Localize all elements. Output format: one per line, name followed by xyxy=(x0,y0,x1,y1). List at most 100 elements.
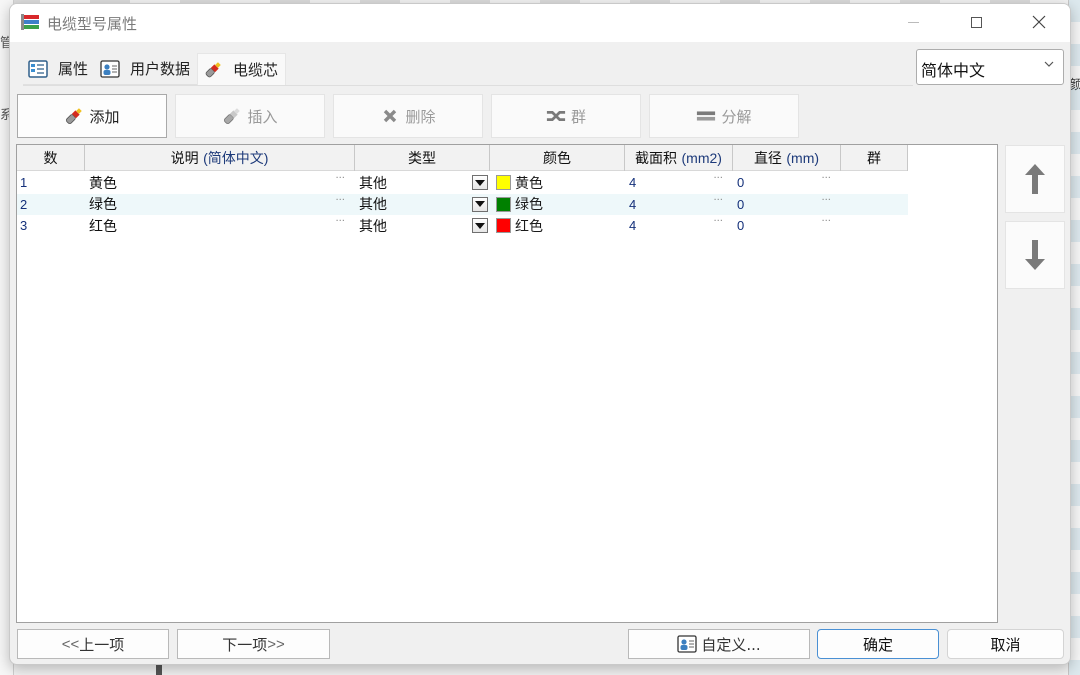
cell-description[interactable]: 绿色 ··· xyxy=(85,194,355,215)
cell-description[interactable]: 红色 ··· xyxy=(85,215,355,236)
cable-type-properties-dialog: 电缆型号属性 属性 用户数据 电缆芯 简体中文 添加 插入 删除 群 分解 数 … xyxy=(9,3,1071,665)
next-item-label: 下一项 xyxy=(222,635,268,654)
type-dropdown-button[interactable] xyxy=(472,196,488,212)
cell-color[interactable]: 黄色 xyxy=(490,172,625,193)
column-header-label: 数 xyxy=(43,151,58,167)
cell-type[interactable]: 其他 xyxy=(355,215,490,236)
table-row[interactable]: 3 红色 ··· 其他 红色 4 ··· 0 ··· xyxy=(17,215,908,236)
add-button[interactable]: 添加 xyxy=(17,94,167,138)
type-dropdown-button[interactable] xyxy=(472,175,488,190)
ellipsis-button[interactable]: ··· xyxy=(713,216,723,227)
language-select-value: 简体中文 xyxy=(921,61,986,80)
cross-section-value: 4 xyxy=(629,196,637,212)
previous-item-button[interactable]: << 上一项 xyxy=(17,629,169,659)
language-select[interactable]: 简体中文 xyxy=(916,49,1064,85)
minimize-button[interactable] xyxy=(890,4,936,40)
description-value: 红色 xyxy=(89,218,117,235)
maximize-button[interactable] xyxy=(953,4,999,40)
insert-button-label: 插入 xyxy=(247,107,278,126)
row-number: 2 xyxy=(20,196,28,212)
color-name: 红色 xyxy=(515,218,543,235)
ellipsis-button[interactable]: ··· xyxy=(821,195,831,206)
type-value: 其他 xyxy=(359,218,387,235)
close-button[interactable] xyxy=(1016,4,1062,40)
ellipsis-button[interactable]: ··· xyxy=(335,173,345,184)
ok-button[interactable]: 确定 xyxy=(817,629,939,659)
close-icon xyxy=(1032,15,1046,29)
cell-cross-section[interactable]: 4 ··· xyxy=(625,172,733,193)
ungroup-button[interactable]: 分解 xyxy=(649,94,799,138)
cell-cross-section[interactable]: 4 ··· xyxy=(625,215,733,236)
ellipsis-button[interactable]: ··· xyxy=(713,195,723,206)
prev-arrows: << xyxy=(61,635,80,653)
window-title: 电缆型号属性 xyxy=(47,15,138,33)
column-header-diameter[interactable]: 直径 (mm) xyxy=(733,145,841,171)
background-splitter xyxy=(156,664,162,675)
move-up-button[interactable] xyxy=(1005,145,1065,213)
add-button-label: 添加 xyxy=(89,107,120,126)
cable-core-icon xyxy=(202,60,224,80)
ellipsis-button[interactable]: ··· xyxy=(335,195,345,206)
ungroup-button-label: 分解 xyxy=(721,107,752,126)
column-header-label: 截面积 xyxy=(635,151,678,167)
cell-diameter[interactable]: 0 ··· xyxy=(733,194,841,215)
ungroup-icon xyxy=(696,106,716,126)
column-header-label: 类型 xyxy=(408,151,436,167)
cell-color[interactable]: 红色 xyxy=(490,215,625,236)
cell-type[interactable]: 其他 xyxy=(355,172,490,193)
column-header-description[interactable]: 说明 (简体中文) xyxy=(85,145,355,171)
cancel-button-label: 取消 xyxy=(990,635,1021,654)
arrow-down-icon xyxy=(1025,240,1045,270)
table-row[interactable]: 1 黄色 ··· 其他 黄色 4 ··· 0 ··· xyxy=(17,172,908,193)
next-item-button[interactable]: 下一项 >> xyxy=(177,629,330,659)
properties-icon xyxy=(27,59,49,79)
delete-x-icon xyxy=(380,106,400,126)
cell-type[interactable]: 其他 xyxy=(355,194,490,215)
cell-number: 2 xyxy=(17,194,85,215)
cancel-button[interactable]: 取消 xyxy=(947,629,1064,659)
ellipsis-button[interactable]: ··· xyxy=(335,216,345,227)
table-row[interactable]: 2 绿色 ··· 其他 绿色 4 ··· 0 ··· xyxy=(17,193,908,215)
group-button[interactable]: 群 xyxy=(491,94,641,138)
column-header-group[interactable]: 群 xyxy=(841,145,908,171)
type-dropdown-button[interactable] xyxy=(472,218,488,233)
column-header-cross-section[interactable]: 截面积 (mm2) xyxy=(625,145,733,171)
insert-button[interactable]: 插入 xyxy=(175,94,325,138)
cell-color[interactable]: 绿色 xyxy=(490,194,625,215)
column-header-color[interactable]: 颜色 xyxy=(490,145,625,171)
column-header-type[interactable]: 类型 xyxy=(355,145,490,171)
cell-group[interactable] xyxy=(841,215,908,236)
tab-cable-cores[interactable]: 电缆芯 xyxy=(197,53,287,85)
minimize-icon xyxy=(907,21,919,23)
cross-section-value: 4 xyxy=(629,175,637,190)
customize-button-label: 自定义... xyxy=(701,635,761,654)
cell-number: 1 xyxy=(17,172,85,193)
cell-group[interactable] xyxy=(841,172,908,193)
tab-user-data[interactable]: 用户数据 xyxy=(95,53,198,85)
cell-group[interactable] xyxy=(841,194,908,215)
type-value: 其他 xyxy=(359,197,387,213)
next-arrows: >> xyxy=(267,635,285,653)
cell-diameter[interactable]: 0 ··· xyxy=(733,215,841,236)
tab-label: 属性 xyxy=(58,60,89,78)
tab-properties[interactable]: 属性 xyxy=(23,53,96,85)
ok-button-label: 确定 xyxy=(862,635,893,654)
cell-cross-section[interactable]: 4 ··· xyxy=(625,194,733,215)
cell-diameter[interactable]: 0 ··· xyxy=(733,172,841,193)
cross-section-value: 4 xyxy=(629,218,637,233)
dropdown-arrow-icon xyxy=(475,201,485,207)
dropdown-arrow-icon xyxy=(475,179,485,186)
cable-cores-grid: 数 说明 (简体中文) 类型 颜色 截面积 (mm2) 直径 (mm) 群 1 黄… xyxy=(16,144,998,623)
ellipsis-button[interactable]: ··· xyxy=(821,173,831,184)
column-header-label: 直径 xyxy=(753,151,782,167)
move-down-button[interactable] xyxy=(1005,221,1065,289)
color-swatch xyxy=(496,218,511,233)
customize-button[interactable]: 自定义... xyxy=(628,629,810,659)
ellipsis-button[interactable]: ··· xyxy=(713,173,723,184)
column-header-number[interactable]: 数 xyxy=(17,145,85,171)
delete-button[interactable]: 删除 xyxy=(333,94,483,138)
color-name: 绿色 xyxy=(515,197,543,213)
row-number: 3 xyxy=(20,218,28,233)
cell-description[interactable]: 黄色 ··· xyxy=(85,172,355,193)
ellipsis-button[interactable]: ··· xyxy=(821,216,831,227)
